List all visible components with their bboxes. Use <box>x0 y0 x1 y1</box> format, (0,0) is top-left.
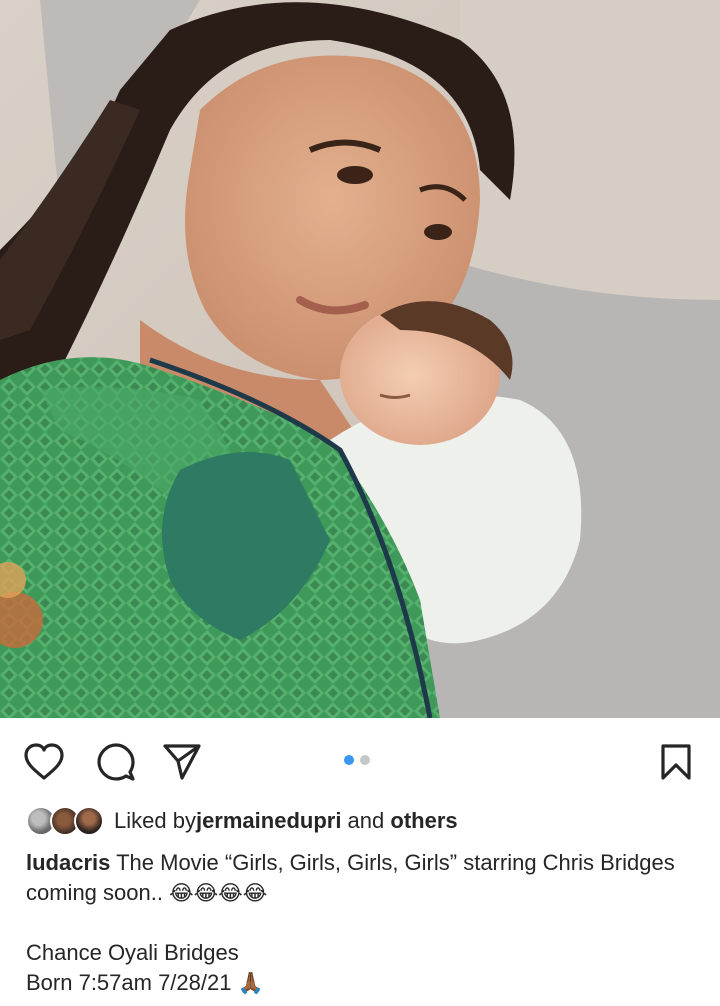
carousel-dot <box>360 755 370 765</box>
heart-icon <box>23 743 65 781</box>
praying-hands-emoji: 🙏🏾 <box>237 971 264 995</box>
paper-plane-icon <box>162 743 202 781</box>
caption-born-line: Born 7:57am 7/28/21 <box>26 970 238 995</box>
post-actions-bar <box>0 718 720 804</box>
save-button[interactable] <box>654 740 698 784</box>
carousel-dot-active <box>344 755 354 765</box>
avatar <box>74 806 104 836</box>
share-button[interactable] <box>160 740 204 784</box>
caption-text: The Movie “Girls, Girls, Girls, Girls” s… <box>26 850 675 905</box>
laughing-emoji: 😂😂😂😂 <box>169 881 268 905</box>
caption-username-link[interactable]: ludacris <box>26 850 110 875</box>
post-caption: ludacris The Movie “Girls, Girls, Girls,… <box>26 848 706 998</box>
comment-button[interactable] <box>94 740 138 784</box>
bookmark-icon <box>660 743 692 781</box>
likes-prefix: Liked by <box>114 808 196 833</box>
likes-row: Liked by jermainedupri and others <box>26 804 458 838</box>
liker-avatars[interactable] <box>26 805 104 837</box>
comment-icon <box>96 742 136 782</box>
post-photo[interactable] <box>0 0 720 718</box>
liker-username-link[interactable]: jermainedupri <box>196 808 341 834</box>
carousel-indicator <box>344 755 370 765</box>
likes-others-link[interactable]: others <box>390 808 457 834</box>
caption-name-line: Chance Oyali Bridges <box>26 940 239 965</box>
likes-connector: and <box>341 808 391 833</box>
like-button[interactable] <box>22 740 66 784</box>
